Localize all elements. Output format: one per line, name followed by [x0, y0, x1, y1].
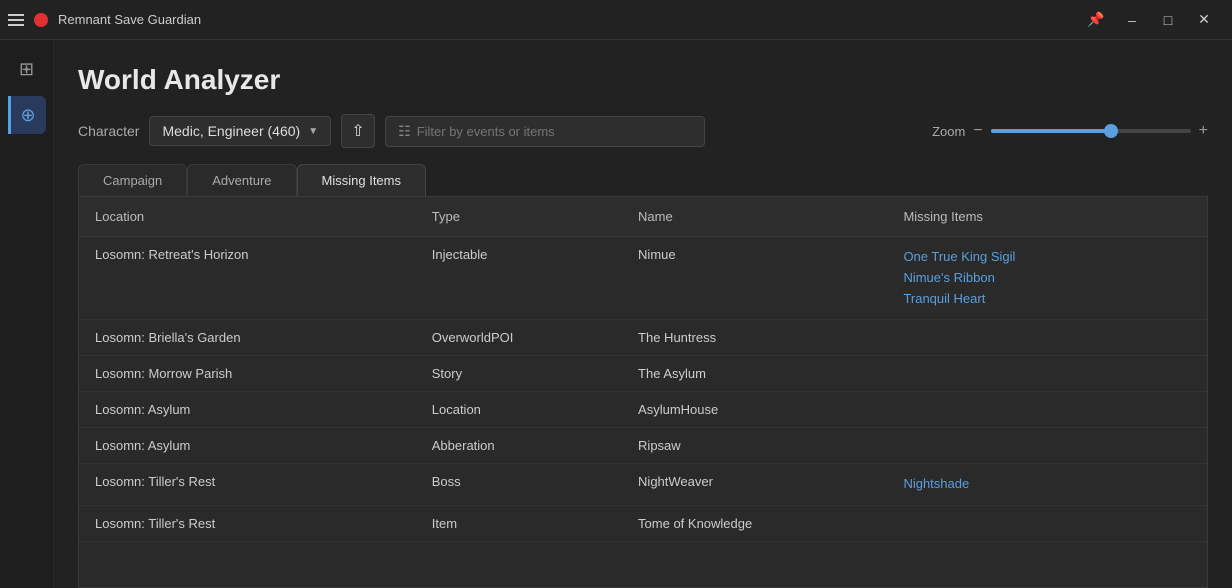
- cell-name: Nimue: [622, 237, 887, 320]
- sidebar-item-database[interactable]: ⊞: [8, 50, 46, 88]
- cell-name: Tome of Knowledge: [622, 506, 887, 542]
- close-button[interactable]: ✕: [1188, 6, 1220, 34]
- table-wrapper: Location Type Name Missing Items Losomn:…: [78, 196, 1208, 588]
- col-extra: [1149, 197, 1207, 237]
- table-row: Losomn: Morrow ParishStoryThe Asylum: [79, 356, 1207, 392]
- col-type: Type: [416, 197, 622, 237]
- cell-location: Losomn: Asylum: [79, 428, 416, 464]
- tab-adventure[interactable]: Adventure: [187, 164, 296, 196]
- col-missing: Missing Items: [887, 197, 1148, 237]
- missing-item-link[interactable]: Nightshade: [903, 474, 1132, 495]
- tab-bar: Campaign Adventure Missing Items: [78, 164, 1208, 196]
- cell-location: Losomn: Asylum: [79, 392, 416, 428]
- cell-type: Location: [416, 392, 622, 428]
- zoom-slider-fill: [991, 129, 1111, 133]
- filter-input-wrapper: ☷: [385, 116, 705, 147]
- table-header-row: Location Type Name Missing Items: [79, 197, 1207, 237]
- cell-type: OverworldPOI: [416, 320, 622, 356]
- table-row: Losomn: Retreat's HorizonInjectableNimue…: [79, 237, 1207, 320]
- col-location: Location: [79, 197, 416, 237]
- cell-location: Losomn: Tiller's Rest: [79, 464, 416, 506]
- toolbar: Character Medic, Engineer (460) ▼ ⇧ ☷ Zo…: [78, 114, 1208, 148]
- cell-name: The Asylum: [622, 356, 887, 392]
- character-select[interactable]: Medic, Engineer (460) ▼: [149, 116, 331, 146]
- pin-button[interactable]: 📌: [1080, 6, 1112, 34]
- cell-type: Injectable: [416, 237, 622, 320]
- table-header: Location Type Name Missing Items: [79, 197, 1207, 237]
- tab-campaign[interactable]: Campaign: [78, 164, 187, 196]
- zoom-slider-track[interactable]: [991, 129, 1191, 133]
- window-controls: 📌 – □ ✕: [1080, 6, 1220, 34]
- title-bar: Remnant Save Guardian 📌 – □ ✕: [0, 0, 1232, 40]
- cell-missing-items: [887, 356, 1148, 392]
- zoom-minus-icon[interactable]: −: [973, 122, 982, 140]
- cell-location: Losomn: Briella's Garden: [79, 320, 416, 356]
- app-layout: ⊞ ⊕ World Analyzer Character Medic, Engi…: [0, 40, 1232, 588]
- cell-missing-items: [887, 392, 1148, 428]
- page-title: World Analyzer: [78, 64, 1208, 96]
- chevron-down-icon: ▼: [308, 126, 318, 137]
- cell-type: Item: [416, 506, 622, 542]
- upload-button[interactable]: ⇧: [341, 114, 375, 148]
- hamburger-icon[interactable]: [8, 14, 24, 26]
- col-name: Name: [622, 197, 887, 237]
- sidebar: ⊞ ⊕: [0, 40, 54, 588]
- table-row: Losomn: Briella's GardenOverworldPOIThe …: [79, 320, 1207, 356]
- character-label: Character: [78, 123, 139, 139]
- cell-missing-items: [887, 506, 1148, 542]
- app-name: Remnant Save Guardian: [58, 12, 201, 27]
- missing-item-link[interactable]: Tranquil Heart: [903, 289, 1132, 310]
- cell-location: Losomn: Retreat's Horizon: [79, 237, 416, 320]
- title-bar-left: Remnant Save Guardian: [8, 12, 201, 27]
- cell-type: Story: [416, 356, 622, 392]
- cell-missing-items: Nightshade: [887, 464, 1148, 506]
- main-content: World Analyzer Character Medic, Engineer…: [54, 40, 1232, 588]
- cell-type: Abberation: [416, 428, 622, 464]
- cell-name: The Huntress: [622, 320, 887, 356]
- data-table: Location Type Name Missing Items Losomn:…: [79, 197, 1207, 542]
- app-logo: [34, 13, 48, 27]
- table-row: Losomn: AsylumLocationAsylumHouse: [79, 392, 1207, 428]
- cell-name: Ripsaw: [622, 428, 887, 464]
- maximize-button[interactable]: □: [1152, 6, 1184, 34]
- cell-name: NightWeaver: [622, 464, 887, 506]
- table-row: Losomn: AsylumAbberationRipsaw: [79, 428, 1207, 464]
- database-icon: ⊞: [19, 59, 34, 80]
- minimize-button[interactable]: –: [1116, 6, 1148, 34]
- filter-icon: ☷: [398, 123, 411, 140]
- table-body: Losomn: Retreat's HorizonInjectableNimue…: [79, 237, 1207, 542]
- cell-missing-items: One True King SigilNimue's RibbonTranqui…: [887, 237, 1148, 320]
- filter-input[interactable]: [417, 124, 692, 139]
- cell-location: Losomn: Morrow Parish: [79, 356, 416, 392]
- cell-type: Boss: [416, 464, 622, 506]
- character-value: Medic, Engineer (460): [162, 123, 300, 139]
- sidebar-item-world[interactable]: ⊕: [8, 96, 46, 134]
- zoom-slider-thumb: [1104, 124, 1118, 138]
- zoom-plus-icon[interactable]: +: [1199, 122, 1208, 140]
- cell-location: Losomn: Tiller's Rest: [79, 506, 416, 542]
- missing-item-link[interactable]: One True King Sigil: [903, 247, 1132, 268]
- zoom-label: Zoom: [932, 124, 965, 139]
- cell-missing-items: [887, 428, 1148, 464]
- tab-missing-items[interactable]: Missing Items: [297, 164, 426, 196]
- zoom-section: Zoom − +: [932, 122, 1208, 140]
- missing-item-link[interactable]: Nimue's Ribbon: [903, 268, 1132, 289]
- cell-name: AsylumHouse: [622, 392, 887, 428]
- cell-missing-items: [887, 320, 1148, 356]
- world-icon: ⊕: [20, 105, 35, 126]
- table-row: Losomn: Tiller's RestItemTome of Knowled…: [79, 506, 1207, 542]
- table-row: Losomn: Tiller's RestBossNightWeaver Nigh…: [79, 464, 1207, 506]
- upload-icon: ⇧: [351, 121, 364, 141]
